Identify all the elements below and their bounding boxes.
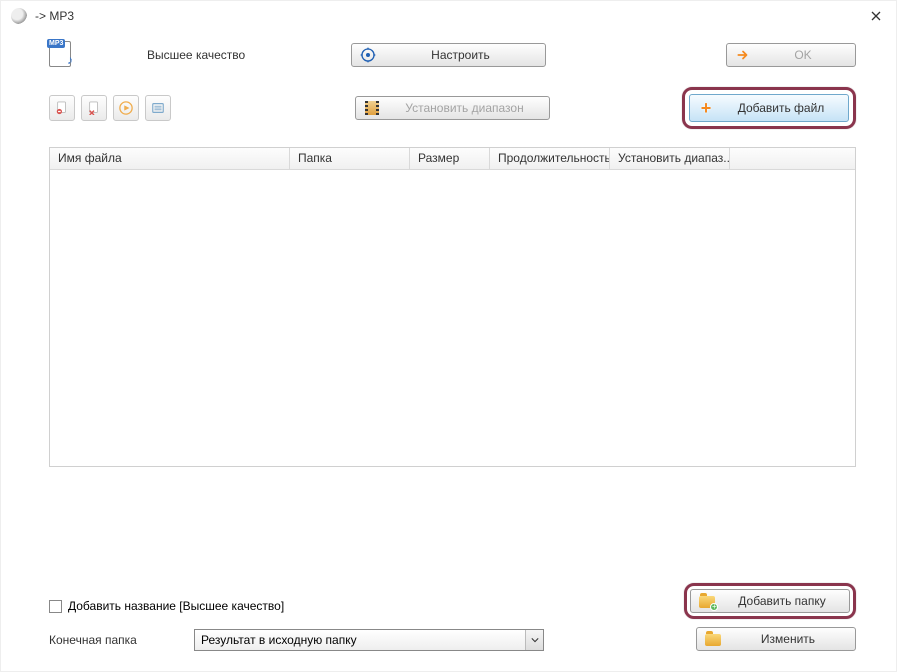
folder-icon [705,631,721,647]
col-size[interactable]: Размер [410,148,490,169]
clear-list-button[interactable] [81,95,107,121]
add-title-label: Добавить название [Высшее качество] [68,599,284,613]
dest-folder-dropdown[interactable]: Результат в исходную папку [194,629,544,651]
play-button[interactable] [113,95,139,121]
add-folder-button[interactable]: Добавить папку [690,589,850,613]
set-range-button: Установить диапазон [355,96,550,120]
add-file-button[interactable]: + Добавить файл [689,94,849,122]
dest-folder-value: Результат в исходную папку [201,633,537,647]
gear-icon [360,47,376,63]
quality-label: Высшее качество [147,48,245,62]
chevron-down-icon [525,630,543,650]
ok-label: OK [759,48,847,62]
col-range[interactable]: Установить диапаз... [610,148,730,169]
ok-button: OK [726,43,856,67]
bottom-panel: Добавить название [Высшее качество] Коне… [49,599,856,651]
col-folder[interactable]: Папка [290,148,410,169]
file-table: Имя файла Папка Размер Продолжительность… [49,147,856,467]
col-spacer [730,148,855,169]
add-title-checkbox[interactable] [49,600,62,613]
app-icon [11,8,27,24]
change-button[interactable]: Изменить [696,627,856,651]
arrow-right-icon [735,47,751,63]
configure-button[interactable]: Настроить [351,43,546,67]
configure-label: Настроить [384,48,537,62]
second-row: Установить диапазон + Добавить файл [1,69,896,139]
table-header: Имя файла Папка Размер Продолжительность… [50,148,855,170]
dest-folder-label: Конечная папка [49,633,194,647]
highlight-add-file: + Добавить файл [682,87,856,129]
highlight-add-folder: Добавить папку [684,583,856,619]
set-range-label: Установить диапазон [388,101,541,115]
col-filename[interactable]: Имя файла [50,148,290,169]
close-button[interactable] [866,6,886,26]
film-icon [364,100,380,116]
add-file-label: Добавить файл [722,101,840,115]
folder-add-icon [699,593,715,609]
window-title: -> MP3 [35,9,866,23]
col-duration[interactable]: Продолжительность [490,148,610,169]
plus-icon: + [698,100,714,116]
mp3-format-icon: MP3 ♪ [49,41,77,69]
change-label: Изменить [729,632,847,646]
top-row: MP3 ♪ Высшее качество Настроить OK [1,31,896,69]
titlebar: -> MP3 [1,1,896,31]
add-folder-label: Добавить папку [723,594,841,608]
remove-file-button[interactable] [49,95,75,121]
list-view-button[interactable] [145,95,171,121]
